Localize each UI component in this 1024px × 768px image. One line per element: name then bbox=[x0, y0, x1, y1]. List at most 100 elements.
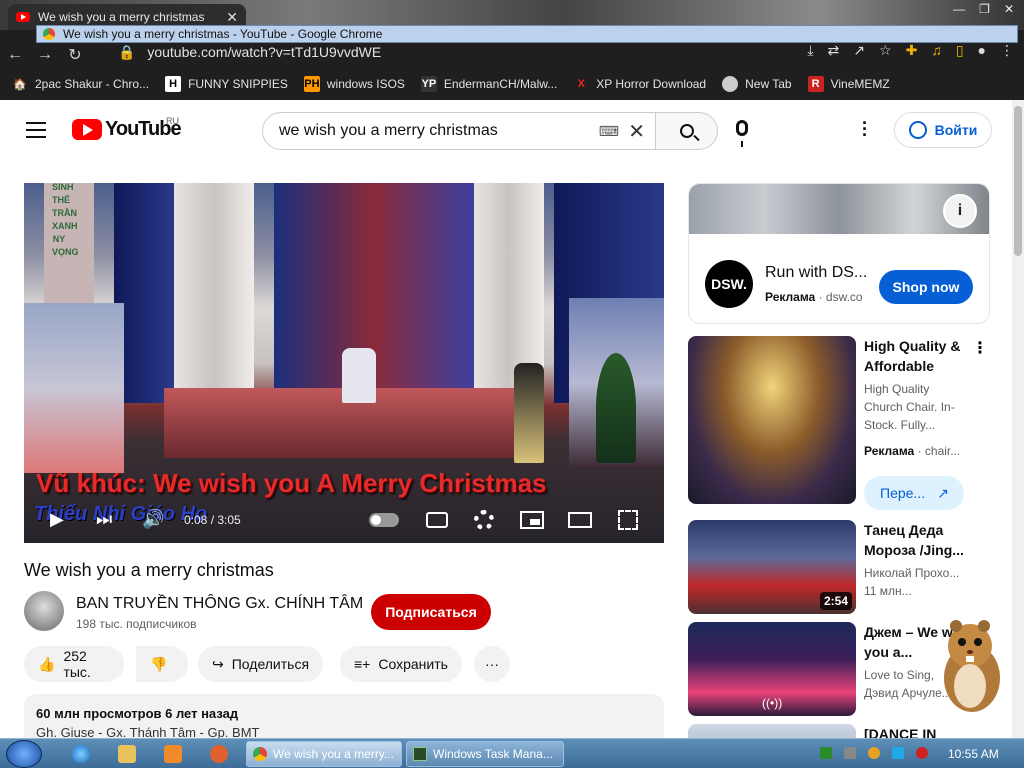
search-button[interactable] bbox=[655, 112, 718, 150]
fullscreen-icon[interactable] bbox=[618, 510, 638, 530]
more-actions-button[interactable]: ··· bbox=[474, 646, 510, 682]
sidepanel-icon[interactable]: ▯ bbox=[956, 42, 964, 59]
ad-card[interactable]: i DSW. Run with DS... Реклама · dsw.co S… bbox=[688, 183, 990, 324]
subscribe-button[interactable]: Подписаться bbox=[371, 594, 491, 630]
settings-menu-icon[interactable]: · · · bbox=[862, 114, 868, 144]
ad-domain: chair... bbox=[924, 444, 961, 458]
media-icon[interactable]: ♫ bbox=[931, 42, 942, 59]
bookmark-item[interactable]: YP EndermanCH/Malw... bbox=[420, 76, 557, 92]
theater-mode-icon[interactable] bbox=[568, 512, 592, 528]
video-title-link[interactable]: [DANCE IN bbox=[864, 724, 984, 738]
video-thumbnail[interactable] bbox=[688, 724, 856, 738]
play-icon[interactable]: ▶ bbox=[50, 509, 64, 530]
explorer-icon[interactable] bbox=[118, 745, 136, 763]
profile-icon[interactable]: ● bbox=[978, 42, 986, 59]
performer bbox=[514, 363, 544, 463]
channel-avatar[interactable] bbox=[24, 591, 64, 631]
close-tab-icon[interactable]: ✕ bbox=[226, 9, 238, 26]
video-title-link[interactable]: High Quality & Affordable bbox=[864, 336, 984, 376]
url-field[interactable]: 🔒 youtube.com/watch?v=tTd1U9vvdWE bbox=[118, 44, 381, 61]
x-icon: X bbox=[577, 78, 585, 90]
reload-icon[interactable]: ↻ bbox=[60, 45, 90, 65]
tray-icon[interactable] bbox=[820, 747, 832, 759]
back-icon[interactable]: ← bbox=[0, 46, 30, 64]
channel-row: BAN TRUYỀN THÔNG Gx. CHÍNH TÂM 198 тыс. … bbox=[24, 591, 664, 631]
translate-icon[interactable]: ⇄ bbox=[828, 42, 840, 59]
bookmark-label: FUNNY SNIPPIES bbox=[188, 77, 288, 91]
install-icon[interactable]: ⤓ bbox=[807, 42, 813, 59]
start-button[interactable] bbox=[6, 740, 42, 768]
tray-icon[interactable] bbox=[844, 747, 856, 759]
tray-icon[interactable] bbox=[916, 747, 928, 759]
address-bar-row: ← → ↻ 🔒 youtube.com/watch?v=tTd1U9vvdWE … bbox=[0, 42, 1024, 68]
shop-now-button[interactable]: Shop now bbox=[879, 270, 973, 304]
bookmark-star-icon[interactable]: ☆ bbox=[879, 42, 892, 59]
sign-in-button[interactable]: Войти bbox=[894, 112, 992, 148]
next-icon[interactable]: ⏭ bbox=[96, 509, 112, 530]
live-icon: ((•)) bbox=[762, 696, 783, 710]
share-button[interactable]: ↪ Поделиться bbox=[198, 646, 324, 682]
subtitles-icon[interactable] bbox=[426, 512, 448, 528]
bookmark-item[interactable]: 🏠 2pac Shakur - Chro... bbox=[12, 76, 149, 92]
forward-icon[interactable]: → bbox=[30, 46, 60, 64]
like-button[interactable]: 👍 252 тыс. bbox=[24, 646, 124, 682]
bookmark-item[interactable]: X XP Horror Download bbox=[573, 76, 707, 92]
youtube-logo[interactable]: YouTube RU bbox=[72, 116, 182, 141]
dislike-button[interactable]: 👎 bbox=[136, 646, 188, 682]
extensions-icon[interactable]: ✚ bbox=[906, 42, 918, 59]
visit-site-button[interactable]: Пере... ↗ bbox=[864, 476, 964, 510]
autoplay-toggle[interactable] bbox=[369, 513, 399, 527]
related-video[interactable]: [DANCE IN bbox=[688, 724, 998, 738]
video-thumbnail[interactable]: 2:54 bbox=[688, 520, 856, 614]
miniplayer-icon[interactable] bbox=[520, 511, 544, 529]
bookmark-label: New Tab bbox=[745, 77, 792, 91]
page-scrollbar[interactable] bbox=[1012, 100, 1024, 738]
info-icon[interactable]: i bbox=[943, 194, 977, 228]
globe-icon bbox=[722, 76, 739, 92]
app-icon[interactable] bbox=[210, 745, 228, 763]
channel-name[interactable]: BAN TRUYỀN THÔNG Gx. CHÍNH TÂM bbox=[76, 595, 363, 613]
side-banner-text: SINH THỂ TRẦN XANH NY VỌNG bbox=[52, 183, 79, 257]
video-title-link[interactable]: Танец Деда Мороза /Jing... bbox=[864, 520, 984, 560]
hamster-mascot-icon bbox=[944, 620, 1000, 712]
volume-icon[interactable]: 🔊 bbox=[142, 509, 164, 530]
clear-search-icon[interactable]: ✕ bbox=[628, 119, 645, 144]
pillar bbox=[174, 183, 254, 413]
video-thumbnail[interactable]: ((•)) bbox=[688, 622, 856, 716]
gear-icon[interactable] bbox=[474, 510, 494, 530]
media-player-icon[interactable] bbox=[164, 745, 182, 763]
scrollbar-thumb[interactable] bbox=[1014, 106, 1022, 256]
performer bbox=[342, 348, 376, 403]
bookmark-item[interactable]: PH windows ISOS bbox=[303, 76, 405, 92]
bookmark-item[interactable]: New Tab bbox=[722, 76, 792, 92]
video-player[interactable]: SINH THỂ TRẦN XANH NY VỌNG Vũ khúc: We w… bbox=[24, 183, 664, 543]
bookmark-item[interactable]: H FUNNY SNIPPIES bbox=[165, 76, 288, 92]
close-window-icon[interactable]: ✕ bbox=[1004, 2, 1014, 16]
related-video[interactable]: High Quality & Affordable ⋮ High Quality… bbox=[688, 336, 998, 510]
video-menu-icon[interactable]: ⋮ bbox=[972, 338, 988, 358]
sign-in-label: Войти bbox=[934, 122, 978, 138]
taskbar-task-chrome[interactable]: We wish you a merry... bbox=[246, 741, 402, 767]
ad-label: Реклама bbox=[765, 290, 816, 304]
bookmark-item[interactable]: R VineMEMZ bbox=[807, 76, 890, 92]
taskbar-task-taskmanager[interactable]: Windows Task Mana... bbox=[406, 741, 564, 767]
tray-icon[interactable] bbox=[868, 747, 880, 759]
minimize-icon[interactable]: — bbox=[953, 2, 965, 16]
tray-icon[interactable] bbox=[892, 747, 904, 759]
ad-logo: DSW. bbox=[705, 260, 753, 308]
search-input[interactable]: we wish you a merry christmas ⌨ ✕ bbox=[262, 112, 656, 150]
keyboard-icon[interactable]: ⌨ bbox=[599, 123, 619, 140]
description-box[interactable]: 60 млн просмотров 6 лет назад Gh. Giuse … bbox=[24, 694, 664, 738]
hamburger-menu-icon[interactable] bbox=[26, 122, 46, 143]
maximize-icon[interactable]: ❐ bbox=[979, 2, 990, 16]
save-button[interactable]: ≡+ Сохранить bbox=[340, 646, 462, 682]
h-icon: H bbox=[165, 76, 182, 92]
related-video[interactable]: 2:54 Танец Деда Мороза /Jing... Николай … bbox=[688, 520, 998, 614]
share-icon[interactable]: ↗ bbox=[853, 42, 865, 59]
ie-icon[interactable] bbox=[72, 745, 90, 763]
video-thumbnail[interactable] bbox=[688, 336, 856, 504]
bookmark-label: VineMEMZ bbox=[830, 77, 890, 91]
youtube-favicon-icon bbox=[16, 12, 30, 22]
voice-search-icon[interactable] bbox=[736, 120, 748, 147]
menu-icon[interactable]: ⋮ bbox=[1000, 42, 1014, 59]
